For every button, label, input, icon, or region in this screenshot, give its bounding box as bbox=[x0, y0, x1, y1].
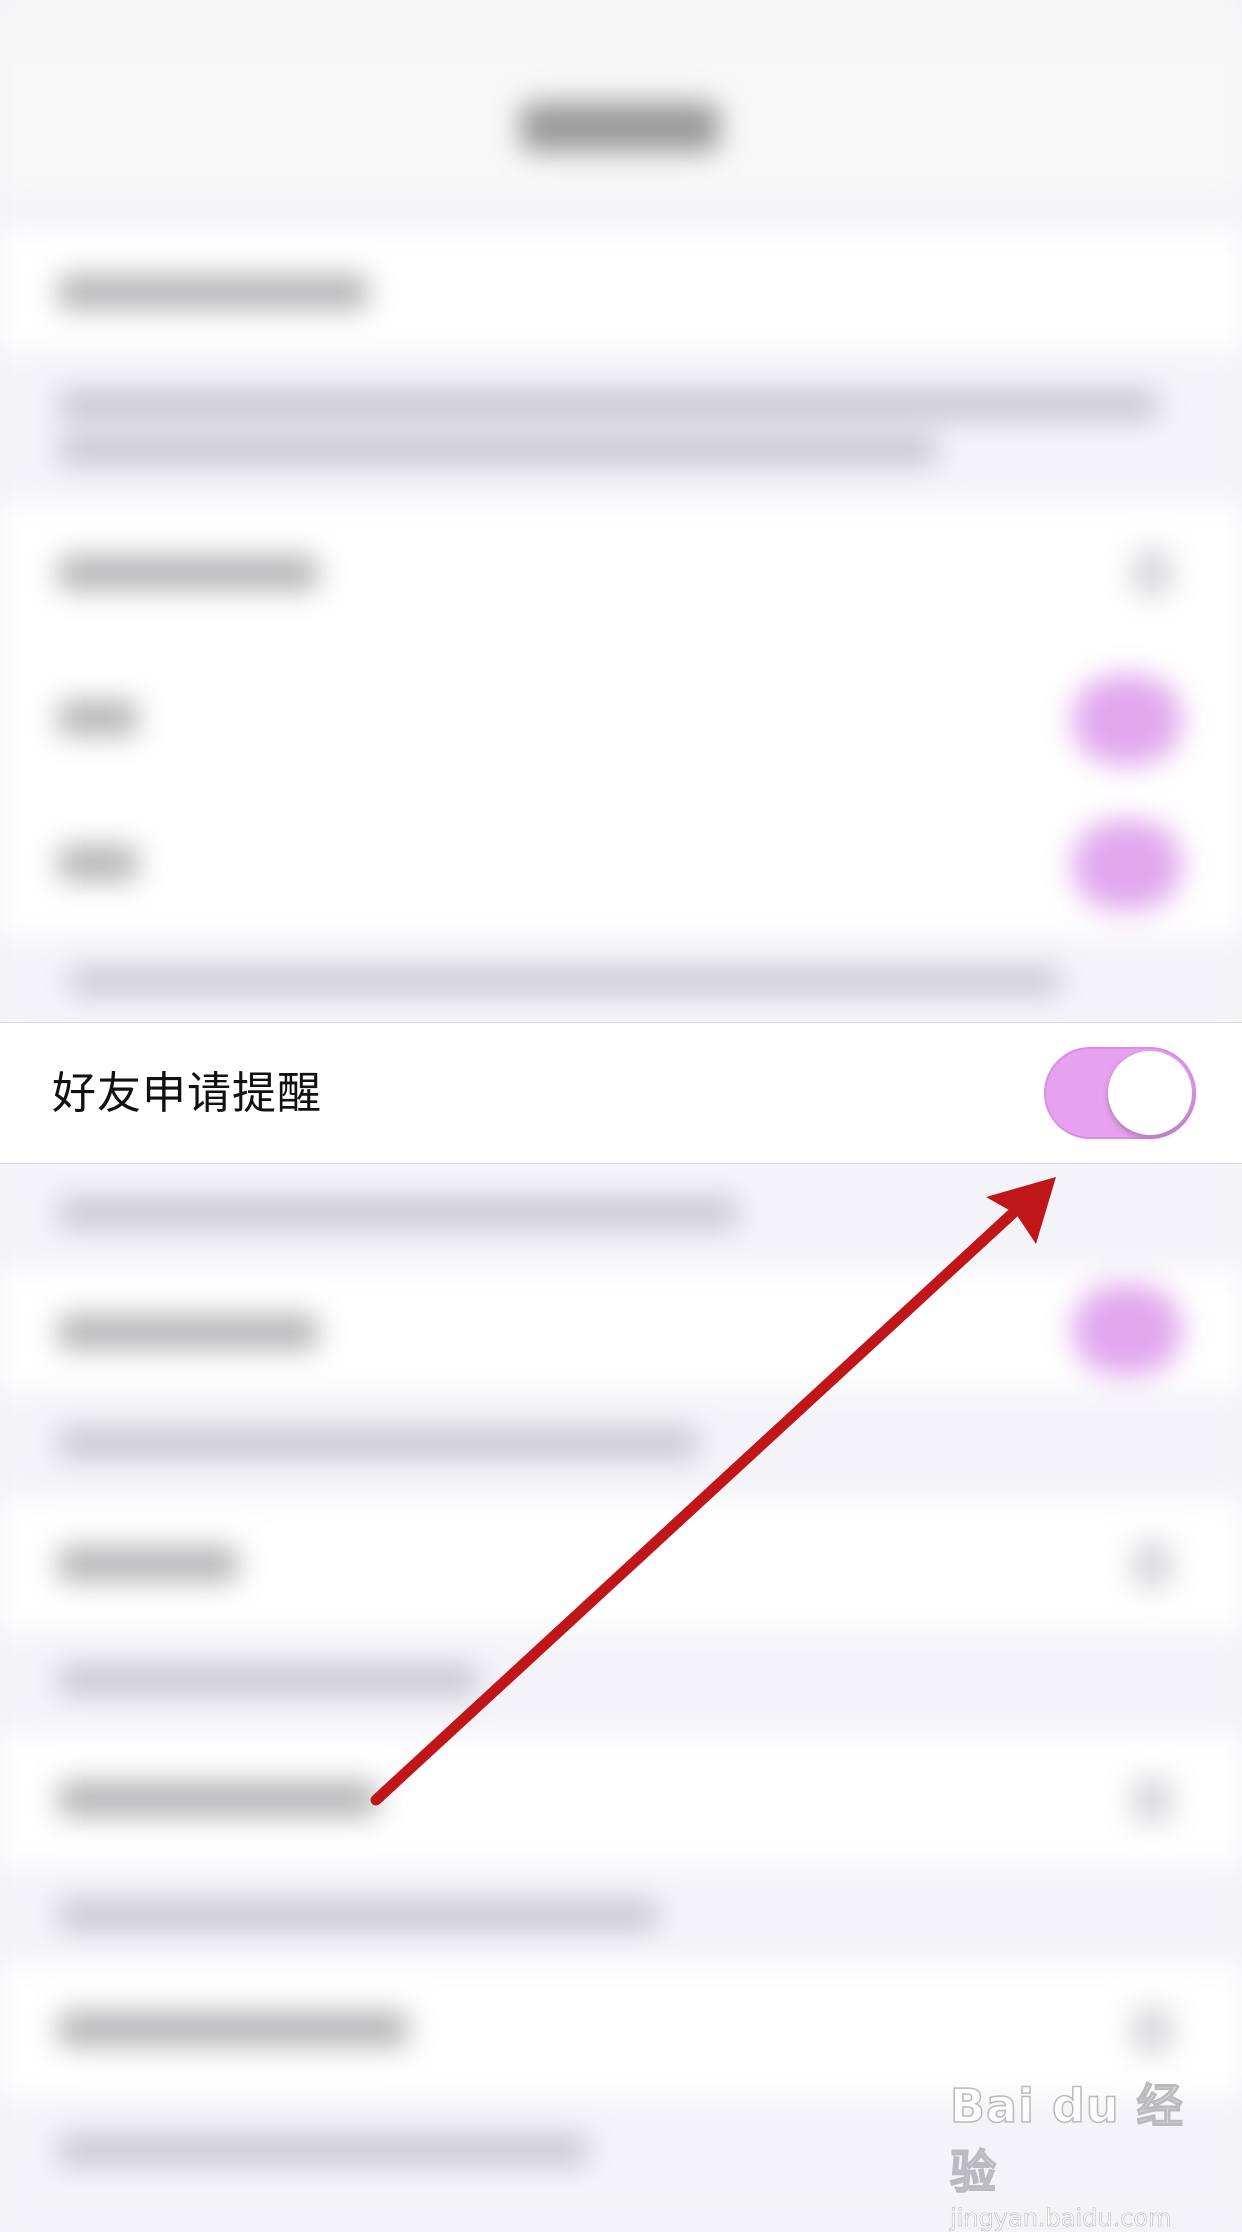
toggle-knob bbox=[1108, 1051, 1192, 1135]
friend-request-reminder-row: 好友申请提醒 bbox=[0, 1022, 1242, 1164]
status-bar bbox=[0, 0, 1242, 64]
blurred-row bbox=[0, 1270, 1242, 1390]
baidu-jingyan-watermark: Bai du 经验 jingyan.baidu.com bbox=[949, 2070, 1210, 2232]
blurred-row bbox=[0, 505, 1242, 935]
watermark-logo: Bai du 经验 bbox=[949, 2078, 1184, 2200]
blurred-row bbox=[0, 1735, 1242, 1865]
friend-request-reminder-label: 好友申请提醒 bbox=[52, 1068, 322, 1119]
friend-request-reminder-toggle[interactable] bbox=[1044, 1047, 1196, 1139]
blurred-row bbox=[0, 230, 1242, 350]
nav-bar bbox=[0, 64, 1242, 194]
watermark-url: jingyan.baidu.com bbox=[950, 2204, 1172, 2232]
blurred-row bbox=[0, 1500, 1242, 1630]
